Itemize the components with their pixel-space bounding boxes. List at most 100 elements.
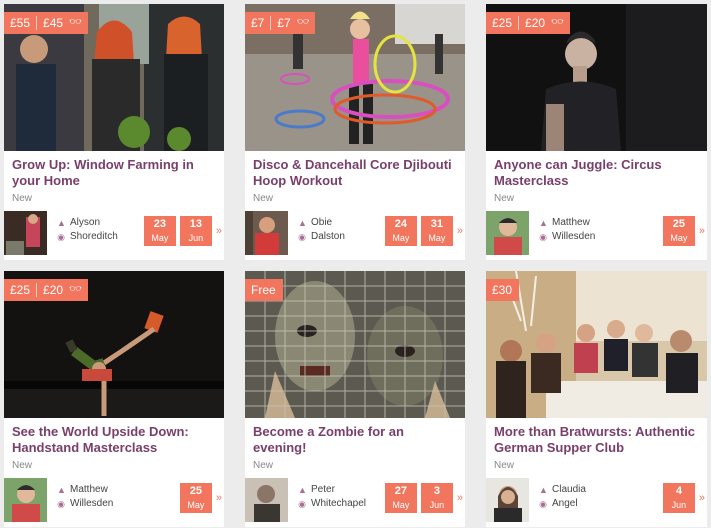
glasses-icon: 👓︎	[69, 284, 82, 295]
host-meta: ▲ Alyson ◉ Shoreditch	[57, 216, 118, 244]
event-card[interactable]: £25 £20 👓︎ Anyone can Juggle: Circus Mas…	[486, 4, 707, 260]
event-location: Shoreditch	[70, 231, 118, 242]
date-badge[interactable]: 3 Jun	[420, 483, 453, 513]
host-avatar[interactable]	[245, 478, 288, 522]
price-tag: £7 £7 👓︎	[245, 12, 316, 34]
event-dates: 4 Jun »	[662, 483, 705, 513]
date-badge[interactable]: 27 May	[384, 483, 417, 513]
glasses-icon: 👓︎	[551, 17, 564, 28]
host-avatar[interactable]	[486, 478, 529, 522]
date-badge[interactable]: 31 May	[420, 216, 453, 246]
event-photo[interactable]	[486, 271, 707, 418]
price-concession: £20	[43, 283, 64, 297]
event-location: Dalston	[311, 231, 345, 242]
event-card[interactable]: Free Become a Zombie for an evening! New…	[245, 271, 465, 527]
event-grid: £55 £45 👓︎ Grow Up: Window Farming in yo…	[0, 0, 711, 528]
date-month: May	[187, 500, 205, 510]
date-day: 24	[394, 218, 407, 230]
host-meta: ▲ Matthew ◉ Willesden	[57, 483, 113, 511]
event-card[interactable]: £7 £7 👓︎ Disco & Dancehall Core Djibouti…	[245, 4, 465, 260]
event-card[interactable]: £55 £45 👓︎ Grow Up: Window Farming in yo…	[4, 4, 224, 260]
person-icon: ▲	[57, 485, 66, 495]
person-icon: ▲	[539, 485, 548, 495]
date-month: May	[392, 500, 410, 510]
event-location: Angel	[552, 498, 578, 509]
event-footer: ▲ Obie ◉ Dalston 24 May 31 May »	[245, 211, 465, 255]
host-meta: ▲ Obie ◉ Dalston	[298, 216, 345, 244]
host-meta: ▲ Peter ◉ Whitechapel	[298, 483, 366, 511]
price-full: £7	[251, 16, 265, 30]
status-badge: New	[253, 193, 274, 204]
glasses-icon: 👓︎	[296, 17, 310, 28]
price-full: £30	[492, 283, 513, 297]
date-day: 25	[189, 485, 202, 497]
price-concession: £45	[43, 16, 64, 30]
host-avatar[interactable]	[245, 211, 288, 255]
event-title[interactable]: Anyone can Juggle: Circus Masterclass	[494, 157, 699, 189]
status-badge: New	[12, 460, 33, 471]
event-card[interactable]: £30 More than Bratwursts: Authentic Germ…	[486, 271, 707, 527]
date-month: May	[428, 233, 446, 243]
date-day: 31	[430, 218, 443, 230]
chevron-right-icon[interactable]: »	[216, 483, 222, 513]
date-day: 13	[189, 218, 202, 230]
date-badge[interactable]: 23 May	[143, 216, 176, 246]
host-name[interactable]: Obie	[311, 216, 332, 230]
chevron-right-icon[interactable]: »	[457, 216, 463, 246]
date-month: Jun	[188, 233, 204, 243]
date-badge[interactable]: 13 Jun	[179, 216, 212, 246]
event-dates: 25 May »	[662, 216, 705, 246]
price-concession: £7	[277, 16, 291, 30]
price-divider	[36, 283, 38, 297]
price-tag: £25 £20 👓︎	[486, 12, 570, 34]
price-full: Free	[251, 283, 276, 297]
price-tag: £25 £20 👓︎	[4, 279, 88, 301]
event-card[interactable]: £25 £20 👓︎ See the World Upside Down: Ha…	[4, 271, 224, 527]
chevron-right-icon[interactable]: »	[699, 216, 705, 246]
event-footer: ▲ Peter ◉ Whitechapel 27 May 3 Jun »	[245, 478, 465, 522]
date-badge[interactable]: 25 May	[179, 483, 212, 513]
host-name[interactable]: Matthew	[70, 483, 108, 497]
date-badge[interactable]: 25 May	[662, 216, 695, 246]
event-dates: 25 May »	[179, 483, 222, 513]
status-badge: New	[494, 193, 515, 204]
host-avatar[interactable]	[4, 211, 47, 255]
event-footer: ▲ Matthew ◉ Willesden 25 May »	[4, 478, 224, 522]
event-dates: 24 May 31 May »	[384, 216, 463, 246]
event-footer: ▲ Claudia ◉ Angel 4 Jun »	[486, 478, 707, 522]
person-icon: ▲	[298, 218, 307, 228]
location-pin-icon: ◉	[57, 499, 65, 509]
status-badge: New	[12, 193, 33, 204]
chevron-right-icon[interactable]: »	[457, 483, 463, 513]
chevron-right-icon[interactable]: »	[216, 216, 222, 246]
event-title[interactable]: More than Bratwursts: Authentic German S…	[494, 424, 699, 456]
location-pin-icon: ◉	[298, 232, 306, 242]
location-pin-icon: ◉	[298, 499, 306, 509]
chevron-right-icon[interactable]: »	[699, 483, 705, 513]
host-name[interactable]: Matthew	[552, 216, 590, 230]
date-month: May	[151, 233, 169, 243]
date-badge[interactable]: 24 May	[384, 216, 417, 246]
person-icon: ▲	[539, 218, 548, 228]
host-avatar[interactable]	[486, 211, 529, 255]
price-divider	[518, 16, 520, 30]
event-dates: 23 May 13 Jun »	[143, 216, 222, 246]
event-title[interactable]: Become a Zombie for an evening!	[253, 424, 458, 456]
event-title[interactable]: Grow Up: Window Farming in your Home	[12, 157, 217, 189]
price-tag: £55 £45 👓︎	[4, 12, 88, 34]
date-month: Jun	[671, 500, 687, 510]
date-day: 3	[433, 485, 440, 497]
price-full: £25	[492, 16, 513, 30]
host-avatar[interactable]	[4, 478, 47, 522]
date-badge[interactable]: 4 Jun	[662, 483, 695, 513]
date-day: 23	[153, 218, 166, 230]
person-icon: ▲	[57, 218, 66, 228]
host-name[interactable]: Alyson	[70, 216, 100, 230]
event-title[interactable]: See the World Upside Down: Handstand Mas…	[12, 424, 217, 456]
host-name[interactable]: Peter	[311, 483, 335, 497]
price-concession: £20	[525, 16, 546, 30]
host-name[interactable]: Claudia	[552, 483, 586, 497]
date-month: Jun	[429, 500, 445, 510]
date-day: 4	[675, 485, 682, 497]
event-title[interactable]: Disco & Dancehall Core Djibouti Hoop Wor…	[253, 157, 458, 189]
